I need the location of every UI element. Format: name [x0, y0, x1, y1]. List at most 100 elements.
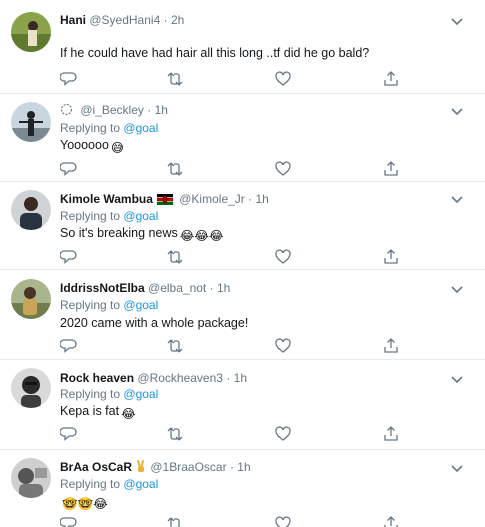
display-name[interactable]: IddrissNotElba [60, 281, 145, 295]
tweet-2[interactable]: @i_Beckley · 1h Replying to @goal Yooooo… [0, 94, 485, 182]
tweet-text: 2020 came with a whole package! [60, 314, 248, 332]
avatar[interactable] [11, 102, 51, 142]
share-icon[interactable] [382, 425, 400, 443]
heart-icon[interactable] [274, 515, 292, 527]
separator-dot: · [209, 281, 214, 295]
replying-to: Replying to @goal [60, 386, 158, 402]
tweet-emojis: 🤓🤓😂 [62, 497, 108, 511]
user-handle[interactable]: @Rockheaven3 [137, 371, 223, 385]
user-handle[interactable]: @Kimole_Jr [179, 192, 245, 206]
tweet-3[interactable]: Kimole Wambua @Kimole_Jr · 1h Replying t… [0, 182, 485, 270]
tweet-text: 🤓🤓😂 [60, 492, 108, 513]
tweet-actions [60, 160, 460, 178]
timestamp[interactable]: 1h [217, 281, 230, 295]
tweet-4[interactable]: IddrissNotElba @elba_not · 1h Replying t… [0, 270, 485, 360]
tweet-text: If he could have had hair all this long … [60, 44, 369, 62]
tweet-actions [60, 337, 460, 355]
avatar[interactable] [11, 368, 51, 408]
mention-link[interactable]: @goal [123, 477, 158, 491]
tweet-actions [60, 70, 460, 88]
timestamp[interactable]: 1h [234, 371, 247, 385]
display-name[interactable]: Hani [60, 13, 86, 27]
mention-link[interactable]: @goal [123, 298, 158, 312]
replying-to-label: Replying to [60, 209, 121, 223]
separator-dot: · [248, 192, 253, 206]
chevron-down-icon[interactable] [449, 13, 465, 29]
share-icon[interactable] [382, 70, 400, 88]
user-handle[interactable]: @elba_not [148, 281, 206, 295]
retweet-icon[interactable] [166, 248, 184, 266]
tweet-text: Kepa is fat 😂 [60, 402, 136, 423]
retweet-icon[interactable] [166, 70, 184, 88]
timestamp[interactable]: 1h [155, 103, 168, 117]
replying-to: Replying to @goal [60, 208, 158, 224]
kenya-flag-icon [156, 193, 173, 209]
tweet-emojis: 😅 [110, 141, 124, 155]
user-handle[interactable]: @SyedHani4 [89, 13, 160, 27]
reply-icon[interactable] [60, 515, 78, 527]
tweet-text-body: Kepa is fat [60, 404, 120, 418]
chevron-down-icon[interactable] [449, 103, 465, 119]
tweet-text-body: So it's breaking news [60, 226, 178, 240]
tweet-text-body: Yoooooo [60, 138, 109, 152]
display-name[interactable]: Kimole Wambua [60, 192, 153, 206]
reply-icon[interactable] [60, 70, 78, 88]
tweet-emojis: 😂😂😂 [179, 229, 224, 243]
reply-icon[interactable] [60, 337, 78, 355]
reply-icon[interactable] [60, 248, 78, 266]
heart-icon[interactable] [274, 337, 292, 355]
replying-to-label: Replying to [60, 298, 121, 312]
tweet-emojis: 😂 [121, 407, 136, 421]
mention-link[interactable]: @goal [123, 121, 158, 135]
separator-dot: · [163, 13, 168, 27]
tweet-6[interactable]: BrAa OsCaR @1BraaOscar · 1h Replying to … [0, 450, 485, 527]
avatar[interactable] [11, 279, 51, 319]
timestamp[interactable]: 2h [171, 13, 184, 27]
share-icon[interactable] [382, 248, 400, 266]
share-icon[interactable] [382, 337, 400, 355]
heart-icon[interactable] [274, 70, 292, 88]
display-name[interactable]: Rock heaven [60, 371, 134, 385]
sparkle-icon [60, 103, 73, 120]
reply-icon[interactable] [60, 160, 78, 178]
mention-link[interactable]: @goal [123, 209, 158, 223]
mention-link[interactable]: @goal [123, 387, 158, 401]
separator-dot: · [226, 371, 231, 385]
share-icon[interactable] [382, 160, 400, 178]
replying-to-label: Replying to [60, 477, 121, 491]
victory-hand-icon [135, 460, 147, 477]
timestamp[interactable]: 1h [237, 460, 250, 474]
tweet-text: So it's breaking news 😂😂😂 [60, 224, 224, 245]
replying-to: Replying to @goal [60, 120, 158, 136]
user-handle[interactable]: @i_Beckley [80, 103, 144, 117]
retweet-icon[interactable] [166, 515, 184, 527]
share-icon[interactable] [382, 515, 400, 527]
retweet-icon[interactable] [166, 337, 184, 355]
display-name[interactable]: BrAa OsCaR [60, 460, 132, 474]
avatar[interactable] [11, 190, 51, 230]
heart-icon[interactable] [274, 425, 292, 443]
replying-to: Replying to @goal [60, 297, 158, 313]
separator-dot: · [147, 103, 152, 117]
chevron-down-icon[interactable] [449, 281, 465, 297]
chevron-down-icon[interactable] [449, 191, 465, 207]
heart-icon[interactable] [274, 248, 292, 266]
tweet-text: Yoooooo 😅 [60, 136, 124, 157]
timestamp[interactable]: 1h [255, 192, 268, 206]
retweet-icon[interactable] [166, 425, 184, 443]
replying-to: Replying to @goal [60, 476, 158, 492]
replying-to-label: Replying to [60, 121, 121, 135]
tweet-text-body: 2020 came with a whole package! [60, 316, 249, 330]
tweet-5[interactable]: Rock heaven @Rockheaven3 · 1h Replying t… [0, 360, 485, 450]
tweet-1[interactable]: Hani @SyedHani4 · 2h If he could have ha… [0, 0, 485, 94]
tweet-actions [60, 515, 460, 527]
chevron-down-icon[interactable] [449, 371, 465, 387]
avatar[interactable] [11, 458, 51, 498]
chevron-down-icon[interactable] [449, 460, 465, 476]
reply-icon[interactable] [60, 425, 78, 443]
user-handle[interactable]: @1BraaOscar [150, 460, 226, 474]
heart-icon[interactable] [274, 160, 292, 178]
retweet-icon[interactable] [166, 160, 184, 178]
avatar[interactable] [11, 12, 51, 52]
tweet-actions [60, 248, 460, 266]
